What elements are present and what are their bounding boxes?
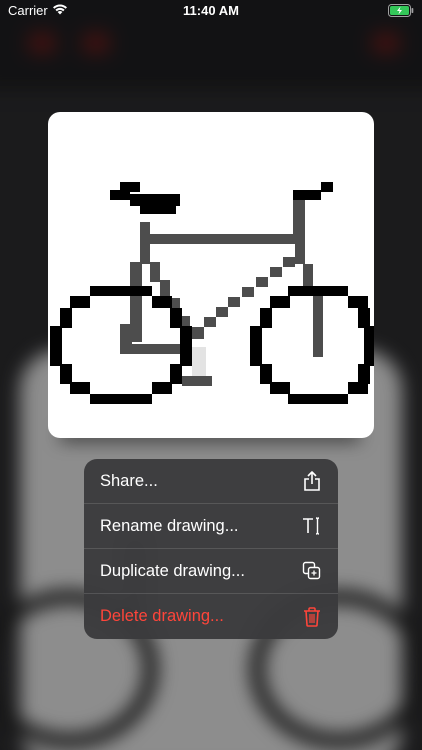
status-time: 11:40 AM xyxy=(183,3,239,18)
battery-charging-icon xyxy=(388,4,414,20)
delete-label: Delete drawing... xyxy=(100,607,224,625)
rename-drawing-menu-item[interactable]: Rename drawing... xyxy=(84,504,338,549)
drawing-preview xyxy=(48,112,374,438)
pixel-bicycle-image xyxy=(50,182,374,404)
share-icon xyxy=(302,471,322,491)
share-label: Share... xyxy=(100,471,158,490)
rename-label: Rename drawing... xyxy=(100,516,239,535)
context-menu: Share... Rename drawing... Duplicate dra… xyxy=(84,459,338,639)
duplicate-label: Duplicate drawing... xyxy=(100,561,245,580)
duplicate-icon xyxy=(302,561,322,581)
delete-drawing-menu-item[interactable]: Delete drawing... xyxy=(84,594,338,639)
share-menu-item[interactable]: Share... xyxy=(84,459,338,504)
duplicate-drawing-menu-item[interactable]: Duplicate drawing... xyxy=(84,549,338,594)
trash-icon xyxy=(302,606,322,627)
text-cursor-icon xyxy=(302,516,322,536)
status-bar: Carrier 11:40 AM xyxy=(0,0,422,22)
